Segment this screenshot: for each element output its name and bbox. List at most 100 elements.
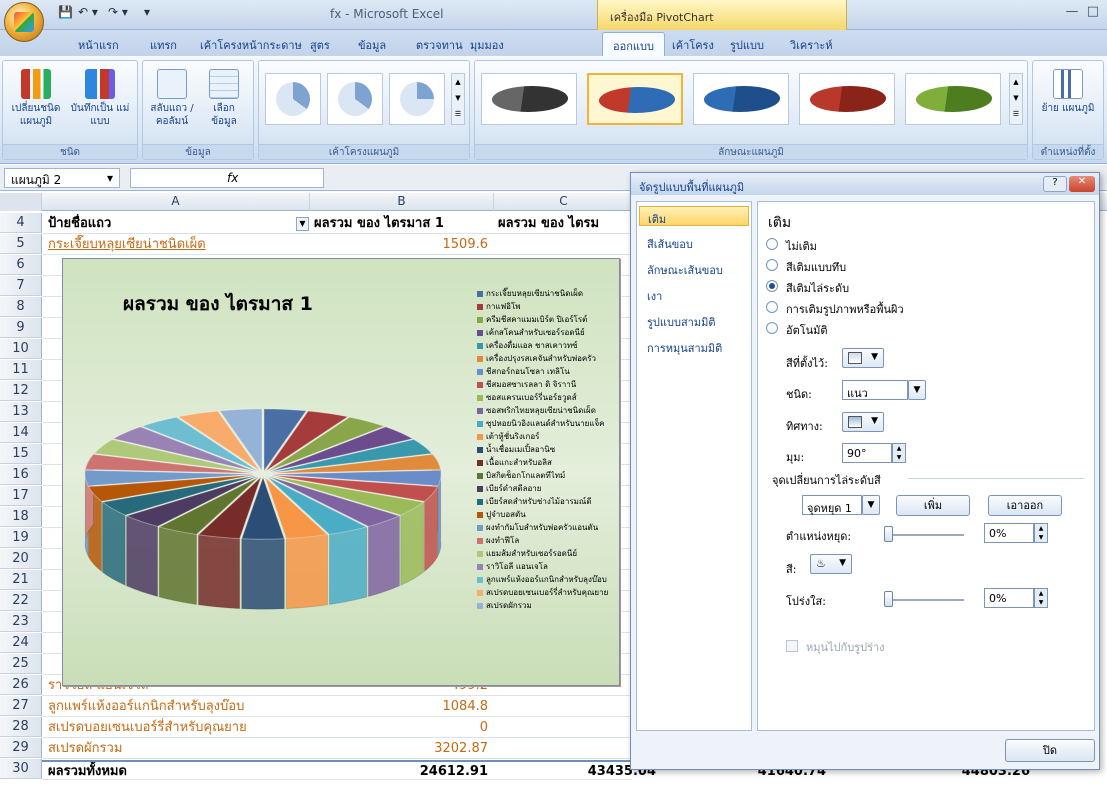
name-box-dropdown-icon[interactable]: ▾ — [107, 171, 113, 185]
transparency-input[interactable]: 0% — [984, 588, 1034, 608]
cell-a27[interactable]: ลูกแพร์แห้งออร์แกนิกสำหรับลุงบ๊อบ — [48, 697, 310, 717]
legend-entry[interactable]: เบียร์ดำสตีลอาย — [477, 482, 617, 495]
cell-b27[interactable]: 1084.8 — [310, 697, 494, 717]
row-header[interactable]: 23 — [0, 612, 42, 632]
legend-entry[interactable]: ครีมชีสคาแมมเบิร์ต ปิเอร์โรต์ — [477, 313, 617, 326]
angle-input[interactable]: 90° — [842, 443, 892, 463]
row-header[interactable]: 13 — [0, 402, 42, 422]
cell-b5[interactable]: 1509.6 — [310, 235, 494, 255]
tab-4[interactable]: ข้อมูล — [358, 36, 386, 54]
legend-entry[interactable]: กาแฟอิโพ — [477, 300, 617, 313]
legend-entry[interactable]: บิสกิตช็อกโกแลตทีไทม์ — [477, 469, 617, 482]
cell-a5[interactable]: กระเจี๊ยบหลุยเซียน่าชนิดเผ็ด — [48, 235, 310, 255]
tab-5[interactable]: ตรวจทาน — [416, 36, 463, 54]
office-button[interactable] — [4, 2, 44, 42]
dialog-nav-item[interactable]: เติม — [639, 206, 749, 226]
legend-entry[interactable]: ชีสมอสซาเรลลา ดิ จิราานี — [477, 378, 617, 391]
type-dropdown-icon[interactable]: ▼ — [908, 380, 926, 400]
select-data-button[interactable]: เลือก ข้อมูล — [199, 69, 249, 128]
legend-entry[interactable]: ชีสกอร์กอนโซลา เทลิโน — [477, 365, 617, 378]
row-header[interactable]: 25 — [0, 654, 42, 674]
cell-b30[interactable]: 24612.91 — [310, 762, 494, 782]
row-header[interactable]: 9 — [0, 318, 42, 338]
undo-icon[interactable]: ↶ ▾ — [78, 5, 98, 23]
radio-automatic[interactable] — [766, 322, 778, 334]
styles-scroll-icon[interactable]: ▲ ▼ ☰ — [1009, 73, 1023, 125]
tab-8[interactable]: เค้าโครง — [672, 36, 714, 54]
legend-entry[interactable]: ผงทำกัมโบสำหรับพ่อครัวแอนตัน — [477, 521, 617, 534]
tab-0[interactable]: หน้าแรก — [78, 36, 119, 54]
radio-no-fill[interactable] — [766, 238, 778, 250]
move-chart-button[interactable]: ย้าย แผนภูมิ — [1039, 69, 1097, 115]
dialog-nav-item[interactable]: เงา — [639, 284, 749, 304]
stop-position-thumb[interactable] — [884, 526, 893, 542]
cell-a30[interactable]: ผลรวมทั้งหมด — [48, 762, 310, 782]
row-header[interactable]: 24 — [0, 633, 42, 653]
dialog-nav-item[interactable]: ลักษณะเส้นขอบ — [639, 258, 749, 278]
legend-entry[interactable]: แยมส้มสำหรับเซอร์รอดนีย์ — [477, 547, 617, 560]
layout-2-thumbnail[interactable] — [327, 73, 383, 125]
layout-3-thumbnail[interactable] — [389, 73, 445, 125]
transparency-slider[interactable] — [884, 599, 964, 601]
column-header-a[interactable]: A — [42, 193, 310, 211]
layout-1-thumbnail[interactable] — [265, 73, 321, 125]
name-box[interactable]: แผนภูมิ 2 ▾ — [4, 168, 120, 188]
tab-10[interactable]: วิเคราะห์ — [790, 36, 833, 54]
legend-entry[interactable]: เครื่องปรุงรสเคจันสำหรับพ่อครัว — [477, 352, 617, 365]
legend-entry[interactable]: เครื่องดื่มแอล ชาสเคาวทซ์ — [477, 339, 617, 352]
layouts-scroll-icon[interactable]: ▲ ▼ ☰ — [451, 73, 465, 125]
pivot-chart[interactable]: ผลรวม ของ ไตรมาส 1 กระเจี๊ยบหลุยเซียน่าช… — [62, 258, 620, 686]
redo-icon[interactable]: ↷ ▾ — [108, 5, 128, 23]
row-header[interactable]: 12 — [0, 381, 42, 401]
row-header[interactable]: 22 — [0, 591, 42, 611]
chart-title[interactable]: ผลรวม ของ ไตรมาส 1 — [123, 289, 313, 319]
dialog-nav-item[interactable]: การหมุนสามมิติ — [639, 336, 749, 356]
row-header[interactable]: 7 — [0, 276, 42, 296]
chart-style-1[interactable] — [481, 73, 577, 125]
tab-6[interactable]: มุมมอง — [470, 36, 504, 54]
legend-entry[interactable]: เต้าหู้ชั่นริงเกอร์ — [477, 430, 617, 443]
dialog-title[interactable]: จัดรูปแบบพื้นที่แผนภูมิ — [631, 173, 1099, 195]
stop-position-spinner-icon[interactable]: ▲ ▼ — [1034, 523, 1048, 543]
preset-colors-dropdown[interactable]: ▼ — [842, 348, 884, 368]
close-button[interactable]: ปิด — [1005, 739, 1095, 762]
tab-3[interactable]: สูตร — [310, 36, 330, 54]
cell-b28[interactable]: 0 — [310, 718, 494, 738]
legend-entry[interactable]: เนื้อแกะสำหรับอลิส — [477, 456, 617, 469]
row-header[interactable]: 19 — [0, 528, 42, 548]
dialog-nav-item[interactable]: รูปแบบสามมิติ — [639, 310, 749, 330]
stop-dropdown-icon[interactable]: ▼ — [862, 495, 880, 515]
select-all-corner[interactable] — [0, 193, 42, 211]
legend-entry[interactable]: ปูจำบอสตัน — [477, 508, 617, 521]
type-select[interactable]: แนว — [842, 380, 908, 400]
row-header[interactable]: 10 — [0, 339, 42, 359]
legend-entry[interactable]: ราวิโอลี แอนเจโล — [477, 560, 617, 573]
row-labels-header[interactable]: ป้ายชื่อแถว — [48, 214, 310, 234]
legend-entry[interactable]: เค้กสโคนสำหรับเซอร์รอดนีย์ — [477, 326, 617, 339]
remove-stop-button[interactable]: เอาออก — [988, 495, 1062, 516]
fx-icon[interactable]: fx — [130, 168, 324, 188]
row-header[interactable]: 27 — [0, 696, 42, 716]
angle-spinner-icon[interactable]: ▲ ▼ — [892, 443, 906, 463]
cell-b29[interactable]: 3202.87 — [310, 739, 494, 759]
row-header[interactable]: 5 — [0, 234, 42, 254]
minimize-icon[interactable]: — □ — [1065, 4, 1099, 19]
chart-style-3[interactable] — [693, 73, 789, 125]
row-header[interactable]: 21 — [0, 570, 42, 590]
stop-select[interactable]: จุดหยุด 1 — [802, 495, 862, 515]
legend-entry[interactable]: ซอสแครนเบอร์รี่นอร์ธวูดส์ — [477, 391, 617, 404]
tab-2[interactable]: เค้าโครงหน้ากระดาษ — [200, 36, 302, 54]
row-header[interactable]: 4 — [0, 213, 42, 233]
legend-entry[interactable]: น้ำเชื่อมเมเปิ้ลอานิซ — [477, 443, 617, 456]
save-as-template-button[interactable]: บันทึกเป็น แม่แบบ — [69, 69, 131, 128]
column-header-c[interactable]: C — [494, 193, 634, 211]
row-header[interactable]: 15 — [0, 444, 42, 464]
row-header[interactable]: 28 — [0, 717, 42, 737]
chart-legend[interactable]: กระเจี๊ยบหลุยเซียน่าชนิดเผ็ด กาแฟอิโพ ครีม… — [477, 287, 617, 612]
row-header[interactable]: 18 — [0, 507, 42, 527]
column-header-b[interactable]: B — [310, 193, 494, 211]
stop-position-input[interactable]: 0% — [984, 523, 1034, 543]
legend-entry[interactable]: สเปรดบอยเซนเบอร์รี่สำหรับคุณยาย — [477, 586, 617, 599]
filter-dropdown-icon[interactable]: ▼ — [296, 217, 309, 231]
rotate-with-shape-checkbox[interactable] — [786, 640, 798, 652]
